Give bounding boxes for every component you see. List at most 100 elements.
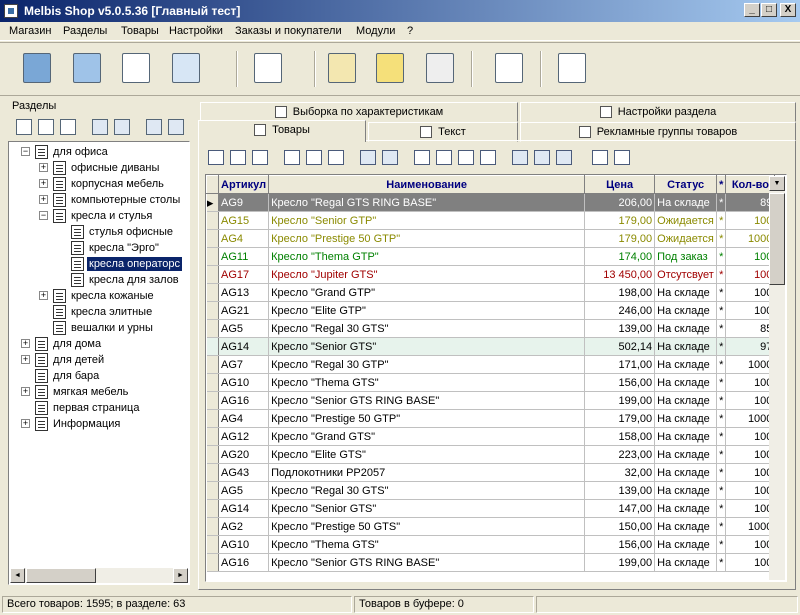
cell-price[interactable]: 139,00 — [584, 481, 656, 500]
table-row[interactable]: AG16 Кресло "Senior GTS RING BASE" 199,00 Н… — [206, 553, 776, 572]
cell-status[interactable]: Ожидается — [654, 211, 718, 230]
cell-price[interactable]: 156,00 — [584, 535, 656, 554]
cell-star[interactable]: * — [716, 265, 727, 284]
cell-star[interactable]: * — [716, 463, 727, 482]
cell-price[interactable]: 206,00 — [584, 193, 656, 212]
cell-star[interactable]: * — [716, 355, 727, 374]
collapse-icon[interactable]: − — [39, 211, 48, 220]
refresh-icon[interactable] — [168, 119, 184, 135]
col-name[interactable]: Наименование — [268, 175, 586, 194]
cell-star[interactable]: * — [716, 301, 727, 320]
cell-name[interactable]: Кресло "Regal GTS RING BASE" — [268, 193, 586, 212]
properties-icon[interactable] — [146, 119, 162, 135]
cell-star[interactable]: * — [716, 337, 727, 356]
sort-4-icon[interactable] — [480, 150, 496, 165]
cell-star[interactable]: * — [716, 283, 727, 302]
move-down-icon[interactable] — [114, 119, 130, 135]
col-status[interactable]: Статус — [654, 175, 718, 194]
cell-star[interactable]: * — [716, 391, 727, 410]
cut-icon[interactable] — [306, 150, 322, 165]
table-row[interactable]: AG14 Кресло "Senior GTS" 147,00 На складе * 1… — [206, 499, 776, 518]
cell-price[interactable]: 179,00 — [584, 229, 656, 248]
percent-docs-button[interactable] — [421, 49, 457, 89]
table-row[interactable]: AG21 Кресло "Elite GTP" 246,00 На складе * 10… — [206, 301, 776, 320]
cell-star[interactable]: * — [716, 445, 727, 464]
table-row[interactable]: AG2 Кресло "Prestige 50 GTS" 150,00 На скла… — [206, 517, 776, 536]
cell-price[interactable]: 13 450,00 — [584, 265, 656, 284]
menu-modules[interactable]: Модули — [356, 25, 395, 37]
cell-sku[interactable]: AG2 — [218, 517, 270, 536]
cell-star[interactable]: * — [716, 211, 727, 230]
cell-sku[interactable]: AG20 — [218, 445, 270, 464]
cell-sku[interactable]: AG11 — [218, 247, 270, 266]
maximize-button[interactable]: □ — [761, 3, 777, 17]
basket-window-button[interactable] — [553, 49, 589, 89]
cell-name[interactable]: Кресло "Senior GTP" — [268, 211, 586, 230]
cell-status[interactable]: Отсутсвует — [654, 265, 718, 284]
cell-price[interactable]: 502,14 — [584, 337, 656, 356]
expand-icon[interactable]: + — [21, 355, 30, 364]
table-row[interactable]: AG4 Кресло "Prestige 50 GTP" 179,00 Ожидает… — [206, 229, 776, 248]
cell-name[interactable]: Кресло "Elite GTP" — [268, 301, 586, 320]
menu-help[interactable]: ? — [407, 25, 413, 37]
cell-sku[interactable]: AG7 — [218, 355, 270, 374]
cell-sku[interactable]: AG16 — [218, 391, 270, 410]
tree-hscroll[interactable]: ◄ ► — [10, 568, 188, 583]
cell-status[interactable]: На складе — [654, 517, 718, 536]
expand-icon[interactable]: + — [39, 179, 48, 188]
cell-qty[interactable]: 1000 — [725, 355, 776, 374]
cell-sku[interactable]: AG4 — [218, 409, 270, 428]
scroll-thumb[interactable] — [26, 568, 96, 583]
uncheck-icon[interactable] — [556, 150, 572, 165]
window-star-button[interactable] — [249, 49, 285, 89]
table-row[interactable]: AG10 Кресло "Thema GTS" 156,00 На складе * 10… — [206, 535, 776, 554]
cell-star[interactable]: * — [716, 373, 727, 392]
cell-qty[interactable]: 100 — [725, 211, 776, 230]
docs-stack-button[interactable] — [323, 49, 359, 89]
cell-star[interactable]: * — [716, 553, 727, 572]
col-star[interactable]: * — [716, 175, 727, 194]
cell-name[interactable]: Кресло "Thema GTP" — [268, 247, 586, 266]
cell-sku[interactable]: AG5 — [218, 481, 270, 500]
table-row[interactable]: AG14 Кресло "Senior GTS" 502,14 На складе * 9… — [206, 337, 776, 356]
collapse-icon[interactable]: − — [21, 147, 30, 156]
cell-price[interactable]: 246,00 — [584, 301, 656, 320]
move-up-icon[interactable] — [360, 150, 376, 165]
cell-star[interactable]: * — [716, 481, 727, 500]
cell-star[interactable]: * — [716, 247, 727, 266]
table-row[interactable]: AG43 Подлокотники PP2057 32,00 На складе * 10… — [206, 463, 776, 482]
cell-sku[interactable]: AG4 — [218, 229, 270, 248]
cell-name[interactable]: Кресло "Senior GTS RING BASE" — [268, 553, 586, 572]
add-product-icon[interactable] — [208, 150, 224, 165]
cell-name[interactable]: Кресло "Elite GTS" — [268, 445, 586, 464]
expand-icon[interactable]: + — [21, 387, 30, 396]
copy-icon[interactable] — [284, 150, 300, 165]
cell-sku[interactable]: AG10 — [218, 535, 270, 554]
cell-star[interactable]: * — [716, 409, 727, 428]
cell-qty[interactable]: 100 — [725, 391, 776, 410]
cell-star[interactable]: * — [716, 193, 727, 212]
col-qty[interactable]: Кол-во — [725, 175, 776, 194]
expand-icon[interactable]: + — [21, 419, 30, 428]
cell-status[interactable]: На складе — [654, 355, 718, 374]
delete-section-icon[interactable] — [60, 119, 76, 135]
cell-star[interactable]: * — [716, 427, 727, 446]
cell-sku[interactable]: AG21 — [218, 301, 270, 320]
cell-name[interactable]: Кресло "Thema GTS" — [268, 373, 586, 392]
grid-vscroll[interactable]: ▲ ▼ — [769, 176, 785, 580]
cell-price[interactable]: 150,00 — [584, 517, 656, 536]
menu-shop[interactable]: Магазин — [9, 25, 51, 37]
copy-section-icon[interactable] — [38, 119, 54, 135]
modules-cube-button[interactable] — [18, 49, 54, 89]
cell-sku[interactable]: AG17 — [218, 265, 270, 284]
cell-status[interactable]: На складе — [654, 499, 718, 518]
cell-qty[interactable]: 100 — [725, 553, 776, 572]
table-row[interactable]: ▶ AG9 Кресло "Regal GTS RING BASE" 206,00 На… — [206, 193, 776, 212]
cell-name[interactable]: Кресло "Regal 30 GTS" — [268, 481, 586, 500]
cell-qty[interactable]: 1000 — [725, 409, 776, 428]
cell-star[interactable]: * — [716, 229, 727, 248]
cell-price[interactable]: 156,00 — [584, 373, 656, 392]
menu-settings[interactable]: Настройки — [169, 25, 223, 37]
cell-status[interactable]: На складе — [654, 463, 718, 482]
cell-qty[interactable]: 100 — [725, 535, 776, 554]
